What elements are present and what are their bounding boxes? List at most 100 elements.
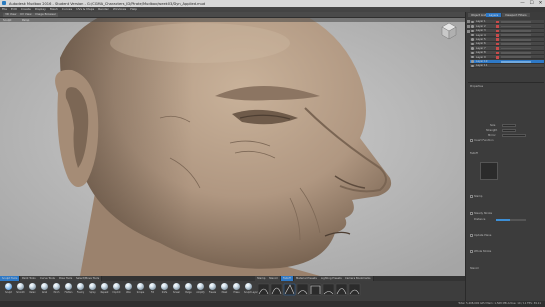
falloff-label: Falloff — [470, 152, 478, 155]
tool-relax[interactable]: Relax — [28, 283, 37, 297]
repeat-tool-icon — [101, 283, 108, 290]
tool-spray[interactable]: Spray — [88, 283, 97, 297]
layer-row[interactable]: Layer 11 — [470, 64, 544, 69]
visibility-eye-icon[interactable] — [471, 47, 474, 50]
strength-input[interactable] — [502, 128, 516, 132]
update-plane-label: Update Plane — [474, 234, 492, 237]
wax-tool-icon — [125, 283, 132, 290]
status-bar: Total: 5,408,000 GPU Mem: 1,568 MB Activ… — [0, 301, 545, 307]
flatten-tool-icon — [65, 283, 72, 290]
tool-sculpt[interactable]: Sculpt — [4, 283, 13, 297]
grab-tool-icon — [41, 283, 48, 290]
layer-color-swatch — [496, 33, 499, 37]
close-button[interactable]: ✕ — [536, 0, 545, 7]
falloff-curve-preview[interactable] — [480, 162, 498, 180]
layer-strength-bar[interactable] — [501, 21, 531, 23]
invert-function-checkbox[interactable] — [470, 139, 473, 142]
visibility-eye-icon[interactable] — [471, 55, 474, 59]
3d-viewport[interactable] — [0, 18, 465, 276]
viewport-camera-label[interactable]: Persp — [22, 18, 29, 22]
visibility-eye-icon[interactable] — [471, 64, 474, 68]
layer-strength-bar[interactable] — [501, 29, 531, 32]
viewport-header: Sculpt Persp — [0, 18, 465, 22]
mask-tool-icon — [221, 283, 228, 290]
visibility-eye-icon[interactable] — [471, 42, 474, 46]
tool-pinch[interactable]: Pinch — [52, 283, 61, 297]
tool-bulge[interactable]: Bulge — [184, 283, 193, 297]
stamp-checkbox[interactable] — [470, 195, 473, 198]
distance-slider[interactable] — [496, 219, 526, 221]
title-bar: Autodesk Mudbox 2016 - Student Version -… — [0, 0, 545, 7]
pinch-tool-icon — [53, 283, 60, 290]
visibility-eye-icon[interactable] — [471, 29, 474, 33]
size-input[interactable] — [502, 123, 516, 127]
steady-stroke-checkbox[interactable] — [470, 212, 473, 215]
tool-smooth[interactable]: Smooth — [16, 283, 25, 297]
whole-stroke-checkbox[interactable] — [470, 250, 473, 253]
visibility-eye-icon[interactable] — [471, 20, 474, 24]
tool-wax[interactable]: Wax — [124, 283, 133, 297]
mudbox-logo-icon — [2, 1, 6, 6]
visibility-eye-icon[interactable] — [471, 60, 474, 63]
fill-tool-icon — [149, 283, 156, 290]
scrape-tool-icon — [137, 283, 144, 290]
layer-strength-bar[interactable] — [501, 38, 531, 41]
layer-strength-bar[interactable] — [501, 34, 531, 37]
visibility-eye-icon[interactable] — [471, 33, 474, 37]
whole-stroke-label: Whole Stroke — [474, 250, 492, 253]
stencil-label: Stencil — [470, 267, 479, 270]
tab-layers[interactable]: Layers — [486, 13, 502, 17]
tool-scrape[interactable]: Scrape — [136, 283, 145, 297]
tool-fill[interactable]: Fill — [148, 283, 157, 297]
layer-strength-bar[interactable] — [501, 51, 531, 54]
tool-grab[interactable]: Grab — [40, 283, 49, 297]
stamp-label: Stamp — [474, 195, 483, 198]
tool-foamy[interactable]: Foamy — [76, 283, 85, 297]
distance-label: Distance — [474, 218, 486, 221]
tab-image-browser[interactable]: Image Browser — [33, 13, 58, 17]
tool-imprint[interactable]: Imprint — [112, 283, 121, 297]
layer-color-swatch — [496, 38, 499, 41]
view-cube-icon[interactable] — [440, 22, 458, 40]
tool-mask[interactable]: Mask — [220, 283, 229, 297]
erase-tool-icon — [233, 283, 240, 290]
layer-color-swatch — [496, 42, 499, 46]
tool-smear[interactable]: Smear — [172, 283, 181, 297]
mirror-label: Mirror — [488, 134, 496, 137]
maximize-button[interactable]: ☐ — [527, 0, 536, 7]
tool-freeze[interactable]: Freeze — [208, 283, 217, 297]
layer-color-swatch — [496, 20, 499, 24]
mirror-dropdown[interactable] — [502, 133, 526, 137]
layer-strength-bar[interactable] — [501, 60, 531, 63]
viewport-mode-label[interactable]: Sculpt — [3, 18, 11, 22]
status-text: Total: 5,408,000 GPU Mem: 1,568 MB Activ… — [458, 302, 541, 306]
tool-knife[interactable]: Knife — [160, 283, 169, 297]
update-plane-checkbox[interactable] — [470, 234, 473, 237]
tab-uv-view[interactable]: UV View — [18, 13, 34, 17]
sculpt-tool-tray: Sculpt Smooth Relax Grab Pinch Flatten F… — [0, 281, 465, 301]
tool-amplify[interactable]: Amplify — [196, 283, 205, 297]
layer-color-swatch — [496, 29, 499, 33]
tab-viewport-filters[interactable]: Viewport Filters — [502, 13, 530, 17]
foamy-tool-icon — [77, 283, 84, 290]
sculpted-head-model — [0, 18, 465, 276]
tool-erase[interactable]: Erase — [232, 283, 241, 297]
tool-repeat[interactable]: Repeat — [100, 283, 109, 297]
layer-strength-bar[interactable] — [501, 56, 531, 59]
visibility-eye-icon[interactable] — [471, 25, 474, 28]
relax-tool-icon — [29, 283, 36, 290]
tool-sculpt-layer[interactable]: Sculpt Layer — [244, 283, 258, 297]
tool-flatten[interactable]: Flatten — [64, 283, 73, 297]
layer-strength-bar[interactable] — [501, 43, 531, 45]
layer-strength-bar[interactable] — [501, 47, 531, 50]
strength-label: Strength — [486, 129, 498, 132]
layer-color-swatch — [496, 51, 499, 55]
smooth-tool-icon — [17, 283, 24, 290]
layer-strength-bar[interactable] — [501, 25, 531, 28]
sculpt-tool-icon — [5, 283, 12, 290]
size-label: Size — [490, 124, 496, 127]
tab-3d-view[interactable]: 3D View — [3, 13, 19, 17]
minimize-button[interactable]: — — [518, 0, 527, 7]
visibility-eye-icon[interactable] — [471, 51, 474, 55]
visibility-eye-icon[interactable] — [471, 38, 474, 41]
